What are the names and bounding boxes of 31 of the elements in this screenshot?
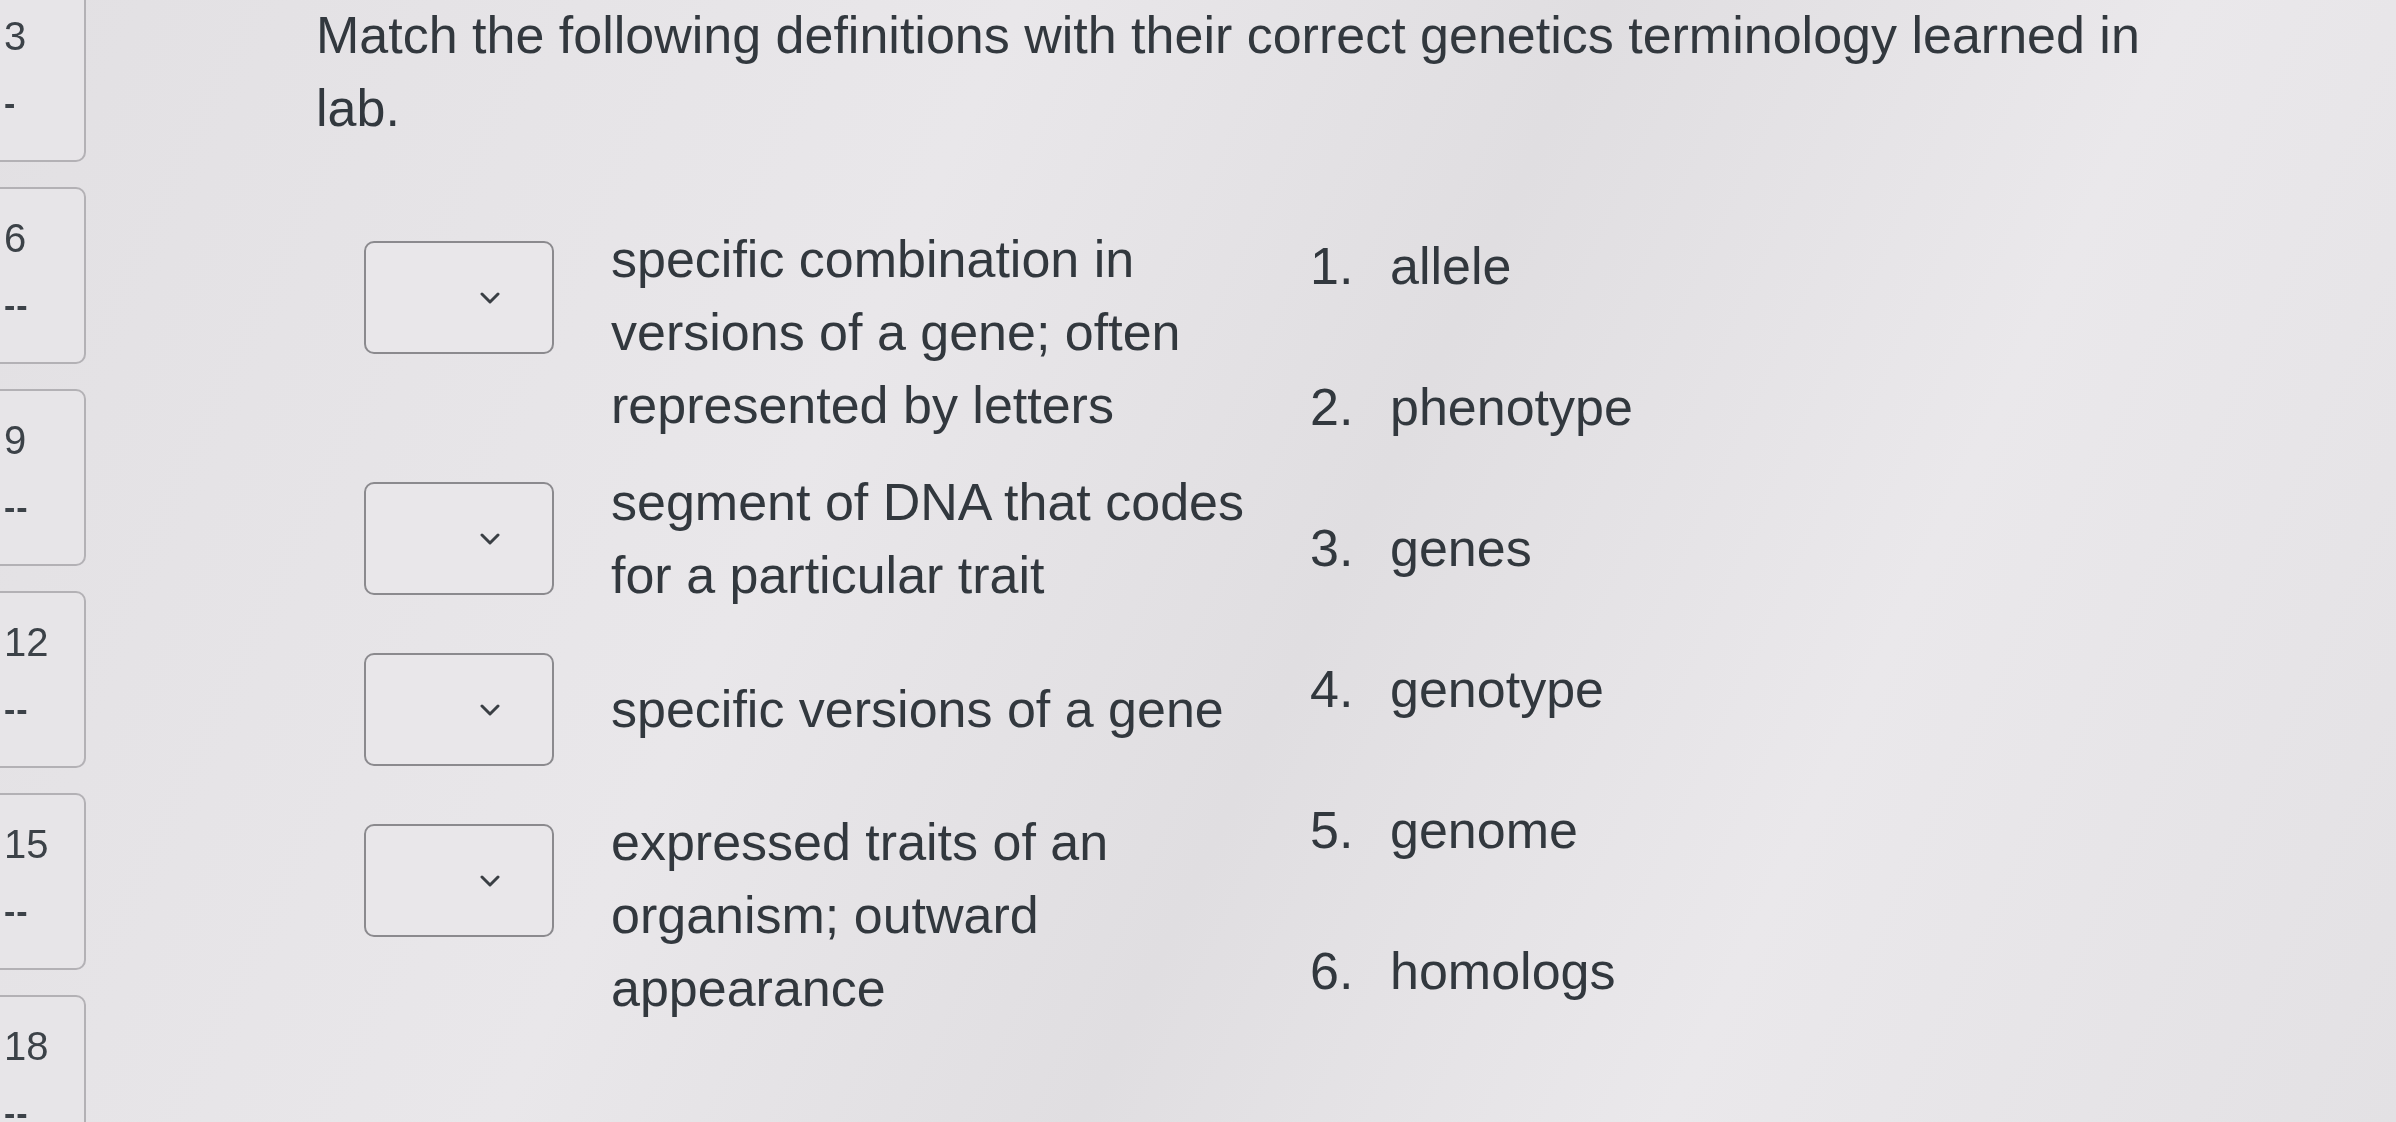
question-prompt: Match the following definitions with their correct genetics terminology learned in lab. (316, 5, 2141, 139)
question-nav-button[interactable]: 9 -- (0, 389, 86, 566)
answer-dropdown[interactable] (364, 653, 554, 766)
answer-dropdown[interactable] (364, 482, 554, 595)
list-number: 2. (1310, 377, 1355, 438)
chevron-down-icon (480, 291, 500, 304)
answer-dropdown[interactable] (364, 241, 554, 354)
definition-text: specific versions of a gene (611, 679, 1225, 740)
answer-term: allele (1390, 236, 1512, 297)
question-nav-button[interactable]: 12 -- (0, 591, 86, 768)
list-number: 5. (1310, 800, 1355, 861)
definition-text: expressed traits of an organism; outward appearance (611, 812, 1110, 1019)
chevron-down-icon (480, 532, 500, 545)
question-nav-button[interactable]: 15 -- (0, 793, 86, 970)
answer-term: genome (1390, 800, 1578, 861)
list-number: 3. (1310, 518, 1355, 579)
answer-term: genotype (1390, 659, 1604, 720)
answer-term: genes (1390, 518, 1532, 579)
list-number: 6. (1310, 941, 1355, 1002)
answer-term: phenotype (1390, 377, 1633, 438)
definition-text: segment of DNA that codes for a particular trait (611, 471, 1245, 606)
list-number: 1. (1310, 236, 1355, 297)
question-nav-button[interactable]: 6 -- (0, 187, 86, 364)
list-number: 4. (1310, 659, 1355, 720)
chevron-down-icon (480, 703, 500, 716)
question-nav-button[interactable]: 18 -- (0, 995, 86, 1122)
definition-text: specific combination in versions of a gene; often represented by letters (611, 229, 1182, 436)
answer-term: homologs (1390, 941, 1616, 1002)
chevron-down-icon (480, 874, 500, 887)
question-nav-button[interactable]: 3 - (0, 0, 86, 162)
answer-dropdown[interactable] (364, 824, 554, 937)
